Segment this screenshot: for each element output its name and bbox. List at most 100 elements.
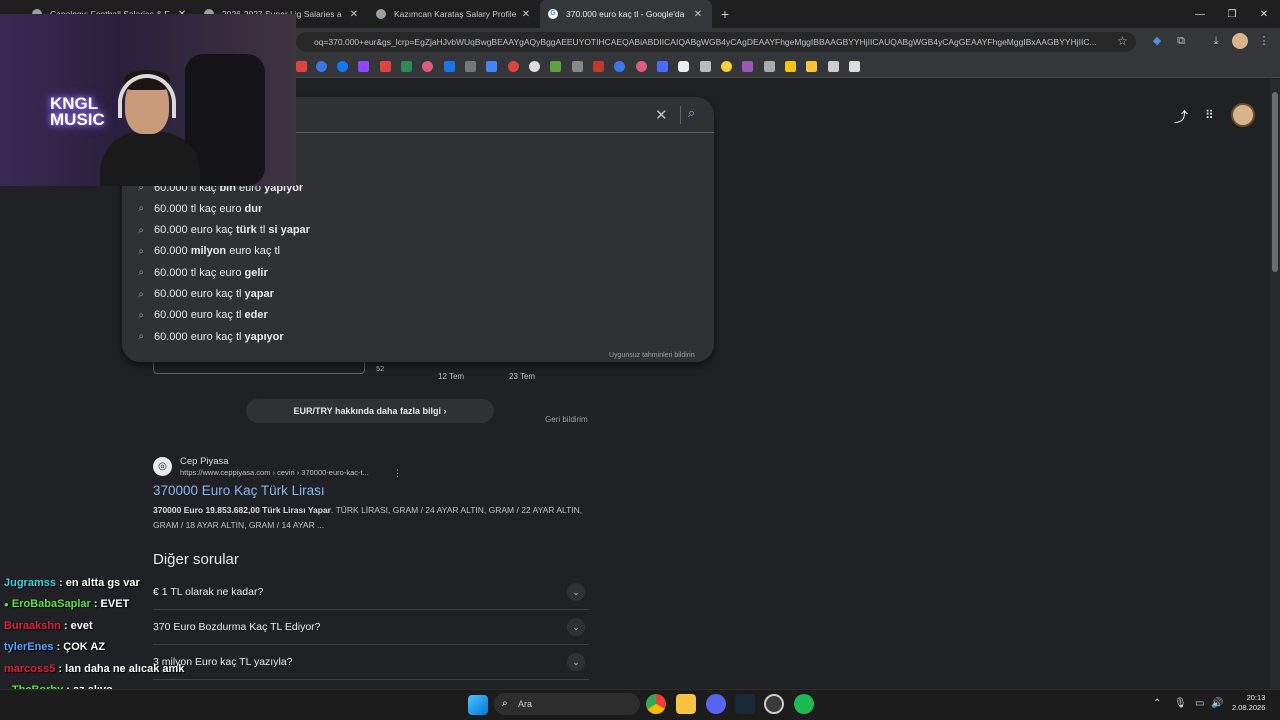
download-icon[interactable]: ⤓ <box>1208 33 1224 49</box>
search-suggestion[interactable]: ⌕ 60.000 milyon euro kaç tl <box>122 241 714 262</box>
bookmark-icon[interactable] <box>380 61 391 72</box>
paa-question[interactable]: 370 Euro Bozdurma Kaç TL Ediyor? ⌄ <box>153 610 589 645</box>
neon-sign: KNGL MUSIC <box>50 94 105 129</box>
tab-kazimcan[interactable]: Kazımcan Karataş Salary Profile ✕ <box>368 0 540 28</box>
bookmark-icon[interactable] <box>678 61 689 72</box>
maximize-icon[interactable]: ❐ <box>1216 0 1248 28</box>
bookmark-icon[interactable] <box>721 61 732 72</box>
close-window-icon[interactable]: ✕ <box>1248 0 1280 28</box>
profile-icon[interactable] <box>1232 33 1248 49</box>
volume-icon[interactable]: 🔊 <box>1211 698 1223 709</box>
search-icon: ⌕ <box>502 698 508 709</box>
folder-icon[interactable] <box>806 61 817 72</box>
bookmark-icon[interactable] <box>593 61 604 72</box>
bookmark-icon[interactable] <box>636 61 647 72</box>
avatar[interactable] <box>1231 103 1255 127</box>
chevron-up-icon[interactable]: ⌃ <box>1153 698 1161 709</box>
search-suggestion[interactable]: ⌕ 60.000 euro kaç tl yapıyor <box>122 326 714 347</box>
streamer-body <box>100 132 200 186</box>
chat-message: marcoss5 : lan daha ne alıcak amk <box>4 663 184 675</box>
discord-icon[interactable] <box>706 694 726 714</box>
close-icon[interactable]: ✕ <box>348 9 360 20</box>
share-icon[interactable]: ⤴ <box>1174 107 1188 127</box>
bookmark-icon[interactable] <box>828 61 839 72</box>
snippet-highlight: 370000 Euro 19.853.682,00 Türk Lirası Ya… <box>153 505 331 515</box>
chat-badge-icon: ● <box>4 600 9 610</box>
windows-start-icon[interactable] <box>468 695 488 715</box>
new-tab-button[interactable]: + <box>712 6 738 22</box>
search-suggestion[interactable]: ⌕ 60.000 tl kaç euro dur <box>122 198 714 219</box>
bookmark-icon[interactable] <box>849 61 860 72</box>
search-icon: ⌕ <box>138 288 144 300</box>
suggestion-text: 60.000 euro kaç tl yapar <box>154 288 274 300</box>
minimize-icon[interactable]: — <box>1184 0 1216 28</box>
chevron-down-icon[interactable]: ⌄ <box>567 653 585 671</box>
chat-message: ● EroBabaSaplar : EVET <box>4 598 129 610</box>
clock[interactable]: 20:13 2.08.2026 <box>1232 693 1265 713</box>
search-suggestion[interactable]: ⌕ 60.000 euro kaç tl yapar <box>122 284 714 305</box>
scrollbar-thumb[interactable] <box>1272 92 1278 272</box>
suggestion-text: 60.000 euro kaç tl eder <box>154 309 268 322</box>
divider <box>680 106 681 124</box>
bookmark-icon[interactable] <box>422 61 433 72</box>
result-url[interactable]: https://www.ceppiyasa.com › ceviri › 370… <box>180 468 369 477</box>
chrome-icon[interactable] <box>646 694 666 714</box>
bookmark-icon[interactable] <box>444 61 455 72</box>
chevron-down-icon[interactable]: ⌄ <box>567 583 585 601</box>
spotify-icon[interactable] <box>794 694 814 714</box>
paa-question[interactable]: 3 milyon Euro kaç TL yazıyla? ⌄ <box>153 645 589 680</box>
question-text: 370 Euro Bozdurma Kaç TL Ediyor? <box>153 621 321 633</box>
bookmark-icon[interactable] <box>486 61 497 72</box>
question-text: € 1 TL olarak ne kadar? <box>153 586 264 598</box>
bookmark-icon[interactable] <box>296 61 307 72</box>
app-icon[interactable] <box>764 694 784 714</box>
close-icon[interactable]: ✕ <box>692 9 704 20</box>
file-explorer-icon[interactable] <box>676 694 696 714</box>
search-suggestion[interactable]: ⌕ 60.000 euro kaç tl eder <box>122 305 714 326</box>
bookmark-icon[interactable] <box>529 61 540 72</box>
result-snippet: 370000 Euro 19.853.682,00 Türk Lirası Ya… <box>153 503 583 533</box>
tab-google-search[interactable]: G 370.000 euro kaç tl - Google'da ✕ <box>540 0 712 28</box>
bookmark-icon[interactable] <box>401 61 412 72</box>
search-suggestion[interactable]: ⌕ 60.000 tl kaç euro gelir <box>122 262 714 283</box>
address-bar[interactable]: oq=370.000+eur&gs_lcrp=EgZjaHJvbWUqBwgBE… <box>296 32 1136 52</box>
menu-icon[interactable]: ⋮ <box>1256 33 1272 49</box>
close-icon[interactable]: ✕ <box>520 9 532 20</box>
result-site-name[interactable]: Cep Piyasa <box>180 456 229 467</box>
bookmark-icon[interactable] <box>572 61 583 72</box>
bookmark-star-icon[interactable]: ☆ <box>1117 34 1128 48</box>
bookmark-icon[interactable] <box>550 61 561 72</box>
bookmark-icon[interactable] <box>358 61 369 72</box>
chat-text: : evet <box>60 619 93 632</box>
bookmark-icon[interactable] <box>316 61 327 72</box>
taskbar-search[interactable]: ⌕ Ara <box>494 693 640 715</box>
bookmark-icon[interactable] <box>785 61 796 72</box>
bookmark-icon[interactable] <box>764 61 775 72</box>
result-title-link[interactable]: 370000 Euro Kaç Türk Lirası <box>153 483 325 498</box>
chevron-down-icon[interactable]: ⌄ <box>567 618 585 636</box>
microphone-icon[interactable]: 🎙 <box>1174 698 1187 709</box>
apps-grid-icon[interactable]: ⠿ <box>1205 108 1214 122</box>
chevron-right-icon: › <box>443 406 447 416</box>
bookmark-icon[interactable] <box>742 61 753 72</box>
extension-icon[interactable]: ◆ <box>1149 33 1165 49</box>
bookmark-icon[interactable] <box>337 61 348 72</box>
window-controls: — ❐ ✕ <box>1184 0 1280 28</box>
bookmark-icon[interactable] <box>465 61 476 72</box>
search-suggestion[interactable]: ⌕ 60.000 euro kaç türk tl si yapar <box>122 220 714 241</box>
search-icon[interactable]: ⌕ <box>688 105 695 121</box>
clear-icon[interactable]: ✕ <box>655 106 668 124</box>
more-options-icon[interactable]: ⋮ <box>393 468 402 479</box>
paa-question[interactable]: € 1 TL olarak ne kadar? ⌄ <box>153 575 589 610</box>
bookmark-icon[interactable] <box>657 61 668 72</box>
eur-try-more-button[interactable]: EUR/TRY hakkında daha fazla bilgi › <box>246 399 494 423</box>
feedback-link[interactable]: Geri bildirim <box>545 415 588 424</box>
bookmark-icon[interactable] <box>700 61 711 72</box>
puzzle-icon[interactable]: ⧉ <box>1173 33 1189 49</box>
steam-icon[interactable] <box>735 694 755 714</box>
report-predictions-link[interactable]: Uygunsuz tahminleri bildirin <box>609 352 695 359</box>
chat-message: tylerEnes : ÇOK AZ <box>4 641 105 653</box>
network-icon[interactable]: ▭ <box>1195 698 1204 709</box>
bookmark-icon[interactable] <box>614 61 625 72</box>
bookmark-icon[interactable] <box>508 61 519 72</box>
